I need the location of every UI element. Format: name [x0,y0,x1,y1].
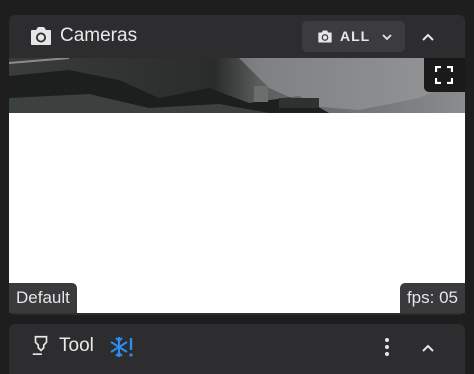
camera-feed[interactable]: Default fps: 05 [9,58,465,313]
cameras-panel-title: Cameras [60,25,138,46]
nozzle-icon [32,335,48,355]
camera-feed-image [9,58,465,113]
fullscreen-button[interactable] [424,58,465,92]
fullscreen-icon [435,66,453,84]
camera-filter-label: ALL [340,28,371,44]
chevron-up-icon[interactable] [416,336,440,360]
tool-panel-title: Tool [59,335,94,356]
camera-icon [318,30,332,43]
cameras-panel-header[interactable]: Cameras ALL [9,15,465,57]
fps-badge: fps: 05 [399,283,465,313]
chevron-down-icon [382,34,392,41]
more-vertical-icon[interactable] [379,336,395,358]
camera-icon [31,27,51,45]
cameras-panel: Cameras ALL Default fps: 05 [9,15,465,315]
snowflake-alert-icon [110,337,133,357]
chevron-up-icon[interactable] [416,25,440,49]
tool-panel: Tool [9,324,465,374]
camera-name-badge: Default [9,283,77,313]
camera-filter-button[interactable]: ALL [302,21,405,52]
